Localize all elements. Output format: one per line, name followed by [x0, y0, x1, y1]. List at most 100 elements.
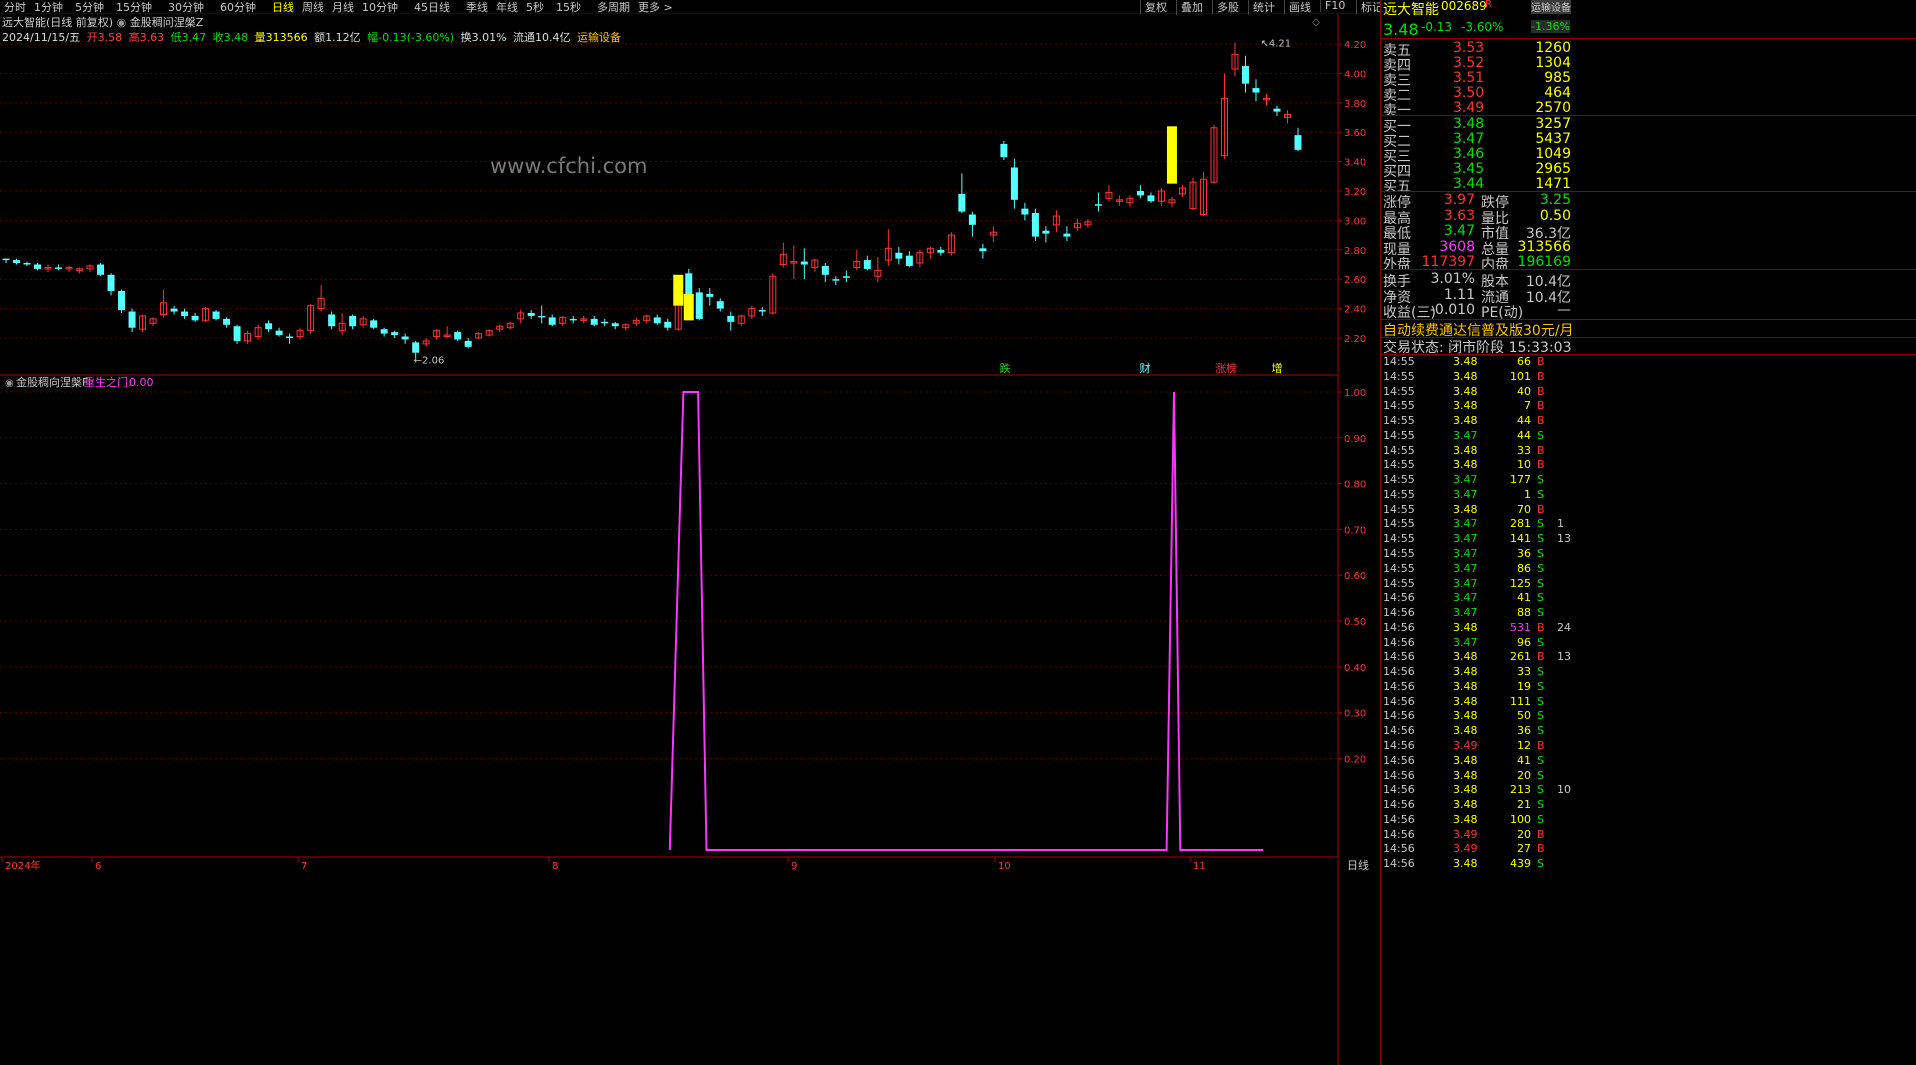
tick-volume: 66 [1517, 355, 1531, 368]
chart-canvas[interactable]: 4.20 4.00 3.80 3.60 3.40 3.20 3.00 2.80 2.60 2.40… [0, 0, 1380, 1065]
tick-side: S [1537, 428, 1544, 442]
tick-price: 3.47 [1453, 635, 1478, 649]
tick-price: 3.48 [1453, 798, 1478, 812]
tick-time: 14:56 [1383, 739, 1415, 753]
tick-volume: 88 [1517, 606, 1531, 620]
bid-volume: 1471 [1535, 176, 1571, 192]
candle-body [380, 329, 388, 334]
tick-side: B [1537, 384, 1545, 398]
tick-time: 14:56 [1383, 724, 1415, 738]
tick-side: S [1537, 709, 1544, 723]
price-axis-label: 3.00 [1344, 216, 1366, 227]
tick-time: 14:55 [1383, 384, 1415, 398]
candle-body [695, 292, 703, 319]
last-change: -0.13 [1421, 20, 1453, 34]
tick-time: 14:56 [1383, 650, 1415, 664]
tick-time: 14:55 [1383, 517, 1415, 531]
tick-time: 14:56 [1383, 827, 1415, 841]
tick-side: S [1537, 576, 1544, 590]
candle-body [1031, 213, 1039, 237]
ask-price: 3.49 [1453, 100, 1485, 116]
tick-price: 3.48 [1453, 812, 1478, 826]
sector-name: 运输设备 [1531, 0, 1571, 14]
stat-value: 1.11 [1443, 286, 1475, 303]
date-axis-label: 8 [552, 861, 558, 872]
signal-highlight-bar [683, 293, 694, 321]
candle-body [128, 311, 136, 328]
indicator-dropdown-icon[interactable]: ◉ [5, 378, 14, 389]
tick-side: S [1537, 532, 1544, 546]
tick-time: 14:56 [1383, 753, 1415, 767]
ask-volume: 985 [1544, 70, 1571, 86]
tick-volume: 125 [1510, 576, 1531, 590]
tick-side: B [1537, 369, 1545, 383]
tick-volume: 100 [1510, 812, 1531, 826]
tick-time: 14:56 [1383, 709, 1415, 723]
indicator-axis-label: 0.60 [1344, 571, 1366, 582]
tick-tail: 13 [1557, 532, 1571, 546]
tick-price: 3.48 [1453, 650, 1478, 664]
ask-volume: 464 [1544, 85, 1571, 101]
candle-body [2, 258, 10, 261]
tick-side: S [1537, 724, 1544, 738]
stat-value: 3.63 [1443, 207, 1475, 224]
candle-body [212, 311, 220, 319]
candle-body [1273, 108, 1281, 112]
candle-body [1147, 195, 1155, 202]
tick-time: 14:55 [1383, 428, 1415, 442]
tick-time: 14:56 [1383, 857, 1415, 871]
candle-body [97, 264, 105, 275]
ask-price: 3.52 [1453, 55, 1485, 71]
tick-price: 3.48 [1453, 857, 1478, 871]
chart-settings-icon[interactable]: ◇ [1312, 17, 1320, 28]
tick-volume: 20 [1517, 827, 1531, 841]
candle-body [1241, 66, 1249, 84]
tick-time: 14:56 [1383, 783, 1415, 797]
tick-price: 3.47 [1453, 428, 1478, 442]
bid-volume: 1049 [1535, 146, 1571, 162]
tick-side: S [1537, 547, 1544, 560]
tick-price: 3.48 [1453, 414, 1478, 428]
stat-value: 196169 [1517, 254, 1571, 270]
bid-volume: 3257 [1535, 116, 1571, 132]
tick-volume: 439 [1510, 857, 1531, 871]
candle-body [958, 193, 966, 212]
candle-body [1252, 88, 1260, 93]
tick-time: 14:55 [1383, 414, 1415, 428]
tick-price: 3.48 [1453, 399, 1478, 413]
bid-price: 3.48 [1453, 116, 1485, 132]
candle-body [1063, 233, 1071, 237]
period-label: 日线 [1347, 858, 1369, 872]
ask-volume: 1260 [1535, 40, 1571, 56]
tick-time: 14:56 [1383, 635, 1415, 649]
tick-time: 14:56 [1383, 768, 1415, 782]
candle-body [905, 255, 913, 266]
tick-time: 14:55 [1383, 473, 1415, 487]
tick-time: 14:55 [1383, 355, 1415, 368]
tick-volume: 12 [1517, 739, 1531, 753]
bid-price: 3.46 [1453, 146, 1485, 162]
tick-price: 3.49 [1453, 827, 1478, 841]
high-annotation: ↖4.21 [1260, 39, 1291, 50]
candle-body [727, 315, 735, 322]
tick-price: 3.48 [1453, 679, 1478, 693]
tick-side: B [1537, 399, 1545, 413]
tick-side: S [1537, 694, 1544, 708]
price-axis-label: 3.80 [1344, 99, 1366, 110]
price-axis-label: 3.60 [1344, 128, 1366, 139]
candle-body [1010, 167, 1018, 200]
tick-volume: 111 [1510, 694, 1531, 708]
stock-name: 远大智能 [1383, 2, 1439, 18]
tick-time: 14:55 [1383, 561, 1415, 575]
candle-body [527, 313, 535, 316]
tick-time: 14:55 [1383, 443, 1415, 457]
candle-body [412, 342, 420, 353]
tick-side: B [1537, 827, 1545, 841]
date-axis-label: 7 [301, 861, 307, 872]
tick-side: S [1537, 591, 1544, 605]
candle-body [401, 336, 409, 340]
candle-body [181, 311, 189, 316]
tick-time: 14:56 [1383, 620, 1415, 634]
candle-body [328, 314, 336, 327]
candle-body [968, 214, 976, 225]
